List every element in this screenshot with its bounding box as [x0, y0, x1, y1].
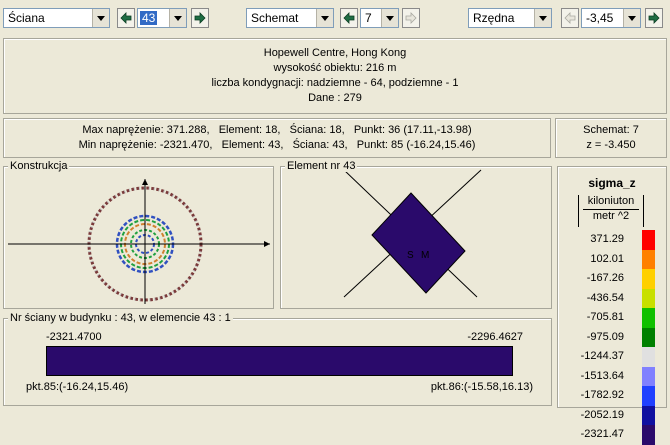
legend-value: 102.01	[590, 252, 624, 265]
scheme-number-value: 7	[365, 11, 372, 25]
wall-right-point: pkt.86:(-15.58,16.13)	[430, 381, 533, 393]
element-panel-title: Element nr 43	[285, 160, 358, 172]
legend-color-swatch	[642, 425, 655, 445]
wall-stress-bar[interactable]	[46, 346, 513, 376]
wall-right-value: -2296.4627	[467, 331, 523, 343]
legend-panel: sigma_z kiloniuton metr ^2 371.29 102.01 -…	[557, 166, 667, 445]
arrow-right-icon	[405, 12, 417, 24]
max-stress-line: Max naprężenie: 371.288, Element: 18, Śc…	[82, 124, 472, 136]
legend-value: -705.81	[586, 311, 624, 323]
legend-color-swatch	[642, 230, 655, 250]
legend-value: -975.09	[586, 330, 624, 343]
wall-number-value: 43	[140, 11, 158, 25]
building-name: Hopewell Centre, Hong Kong	[263, 47, 407, 59]
scheme-prev-button[interactable]	[340, 8, 358, 28]
legend-unit-top: kiloniuton	[587, 195, 635, 207]
legend-color-swatch	[642, 347, 655, 367]
z-line: z = -3.450	[586, 139, 636, 151]
element-panel: S M Element nr 43	[280, 160, 552, 309]
construction-plan-drawing[interactable]	[4, 167, 273, 308]
legend-unit-bracket: kiloniuton metr ^2	[578, 195, 644, 227]
scheme-select-value: Schemat	[251, 11, 299, 25]
wall-left-value: -2321.4700	[46, 331, 102, 343]
scheme-select-dropdown-icon[interactable]	[316, 9, 333, 27]
legend-value: -2052.19	[580, 408, 624, 421]
axis-select-dropdown-icon[interactable]	[534, 9, 551, 27]
arrow-right-icon	[648, 12, 660, 24]
wall-next-button[interactable]	[191, 8, 209, 28]
legend-color-swatch	[642, 308, 655, 328]
axis-prev-button-disabled[interactable]	[561, 8, 579, 28]
wall-number-select[interactable]: 43	[137, 8, 187, 28]
scheme-next-button-disabled[interactable]	[402, 8, 420, 28]
legend-value: -1782.92	[580, 389, 624, 401]
wall-select[interactable]: Ściana	[3, 8, 110, 28]
building-info-panel: Hopewell Centre, Hong Kong wysokość obie…	[3, 38, 667, 114]
stress-summary-panel: Max naprężenie: 371.288, Element: 18, Śc…	[3, 118, 551, 158]
axis-value-dropdown-icon[interactable]	[623, 9, 640, 27]
legend-title: sigma_z	[588, 176, 636, 190]
building-floors: liczba kondygnacji: nadziemne - 64, podz…	[211, 77, 459, 89]
scheme-number-select[interactable]: 7	[360, 8, 399, 28]
wall-select-value: Ściana	[8, 11, 45, 25]
element-label-s: S	[407, 250, 414, 261]
axis-select[interactable]: Rzędna	[468, 8, 552, 28]
legend-color-swatch	[642, 405, 655, 425]
scheme-line: Schemat: 7	[583, 124, 639, 136]
scheme-info-panel: Schemat: 7 z = -3.450	[555, 118, 667, 158]
axis-select-value: Rzędna	[473, 11, 515, 25]
wall-stress-panel: Nr ściany w budynku : 43, w elemencie 43…	[3, 312, 552, 406]
legend-value: -436.54	[586, 291, 624, 304]
legend-color-swatch	[642, 288, 655, 308]
arrow-left-icon	[564, 12, 576, 24]
arrow-right-icon	[194, 12, 206, 24]
wall-panel-title: Nr ściany w budynku : 43, w elemencie 43…	[8, 312, 233, 324]
legend-value: -167.26	[586, 272, 624, 284]
legend-value: -1244.37	[580, 350, 624, 362]
wall-number-dropdown-icon[interactable]	[169, 9, 186, 27]
legend-unit-bottom: metr ^2	[592, 210, 630, 222]
legend-value: -2321.47	[580, 428, 624, 440]
scheme-select[interactable]: Schemat	[246, 8, 334, 28]
axis-value: -3,45	[586, 11, 614, 25]
wall-left-point: pkt.85:(-16.24,15.46)	[26, 381, 129, 393]
scheme-number-dropdown-icon[interactable]	[381, 9, 398, 27]
wall-select-dropdown-icon[interactable]	[92, 9, 109, 27]
legend-color-swatch	[642, 249, 655, 269]
data-count: Dane : 279	[308, 92, 362, 104]
axis-next-button[interactable]	[645, 8, 663, 28]
legend-color-swatch	[642, 386, 655, 406]
legend-value: 371.29	[590, 233, 624, 245]
wall-prev-button[interactable]	[117, 8, 135, 28]
legend-color-swatch	[642, 366, 655, 386]
arrow-left-icon	[343, 12, 355, 24]
legend-color-swatch	[642, 327, 655, 347]
element-label-m: M	[421, 250, 429, 261]
arrow-left-icon	[120, 12, 132, 24]
legend-color-swatch	[642, 269, 655, 289]
axis-value-select[interactable]: -3,45	[581, 8, 641, 28]
building-height: wysokość obiektu: 216 m	[273, 62, 397, 74]
element-drawing[interactable]: S M	[281, 167, 551, 308]
construction-panel: Konstrukcja	[3, 160, 274, 309]
legend-value: -1513.64	[580, 369, 624, 382]
min-stress-line: Min naprężenie: -2321.470, Element: 43, …	[78, 139, 476, 151]
construction-panel-title: Konstrukcja	[8, 160, 70, 172]
